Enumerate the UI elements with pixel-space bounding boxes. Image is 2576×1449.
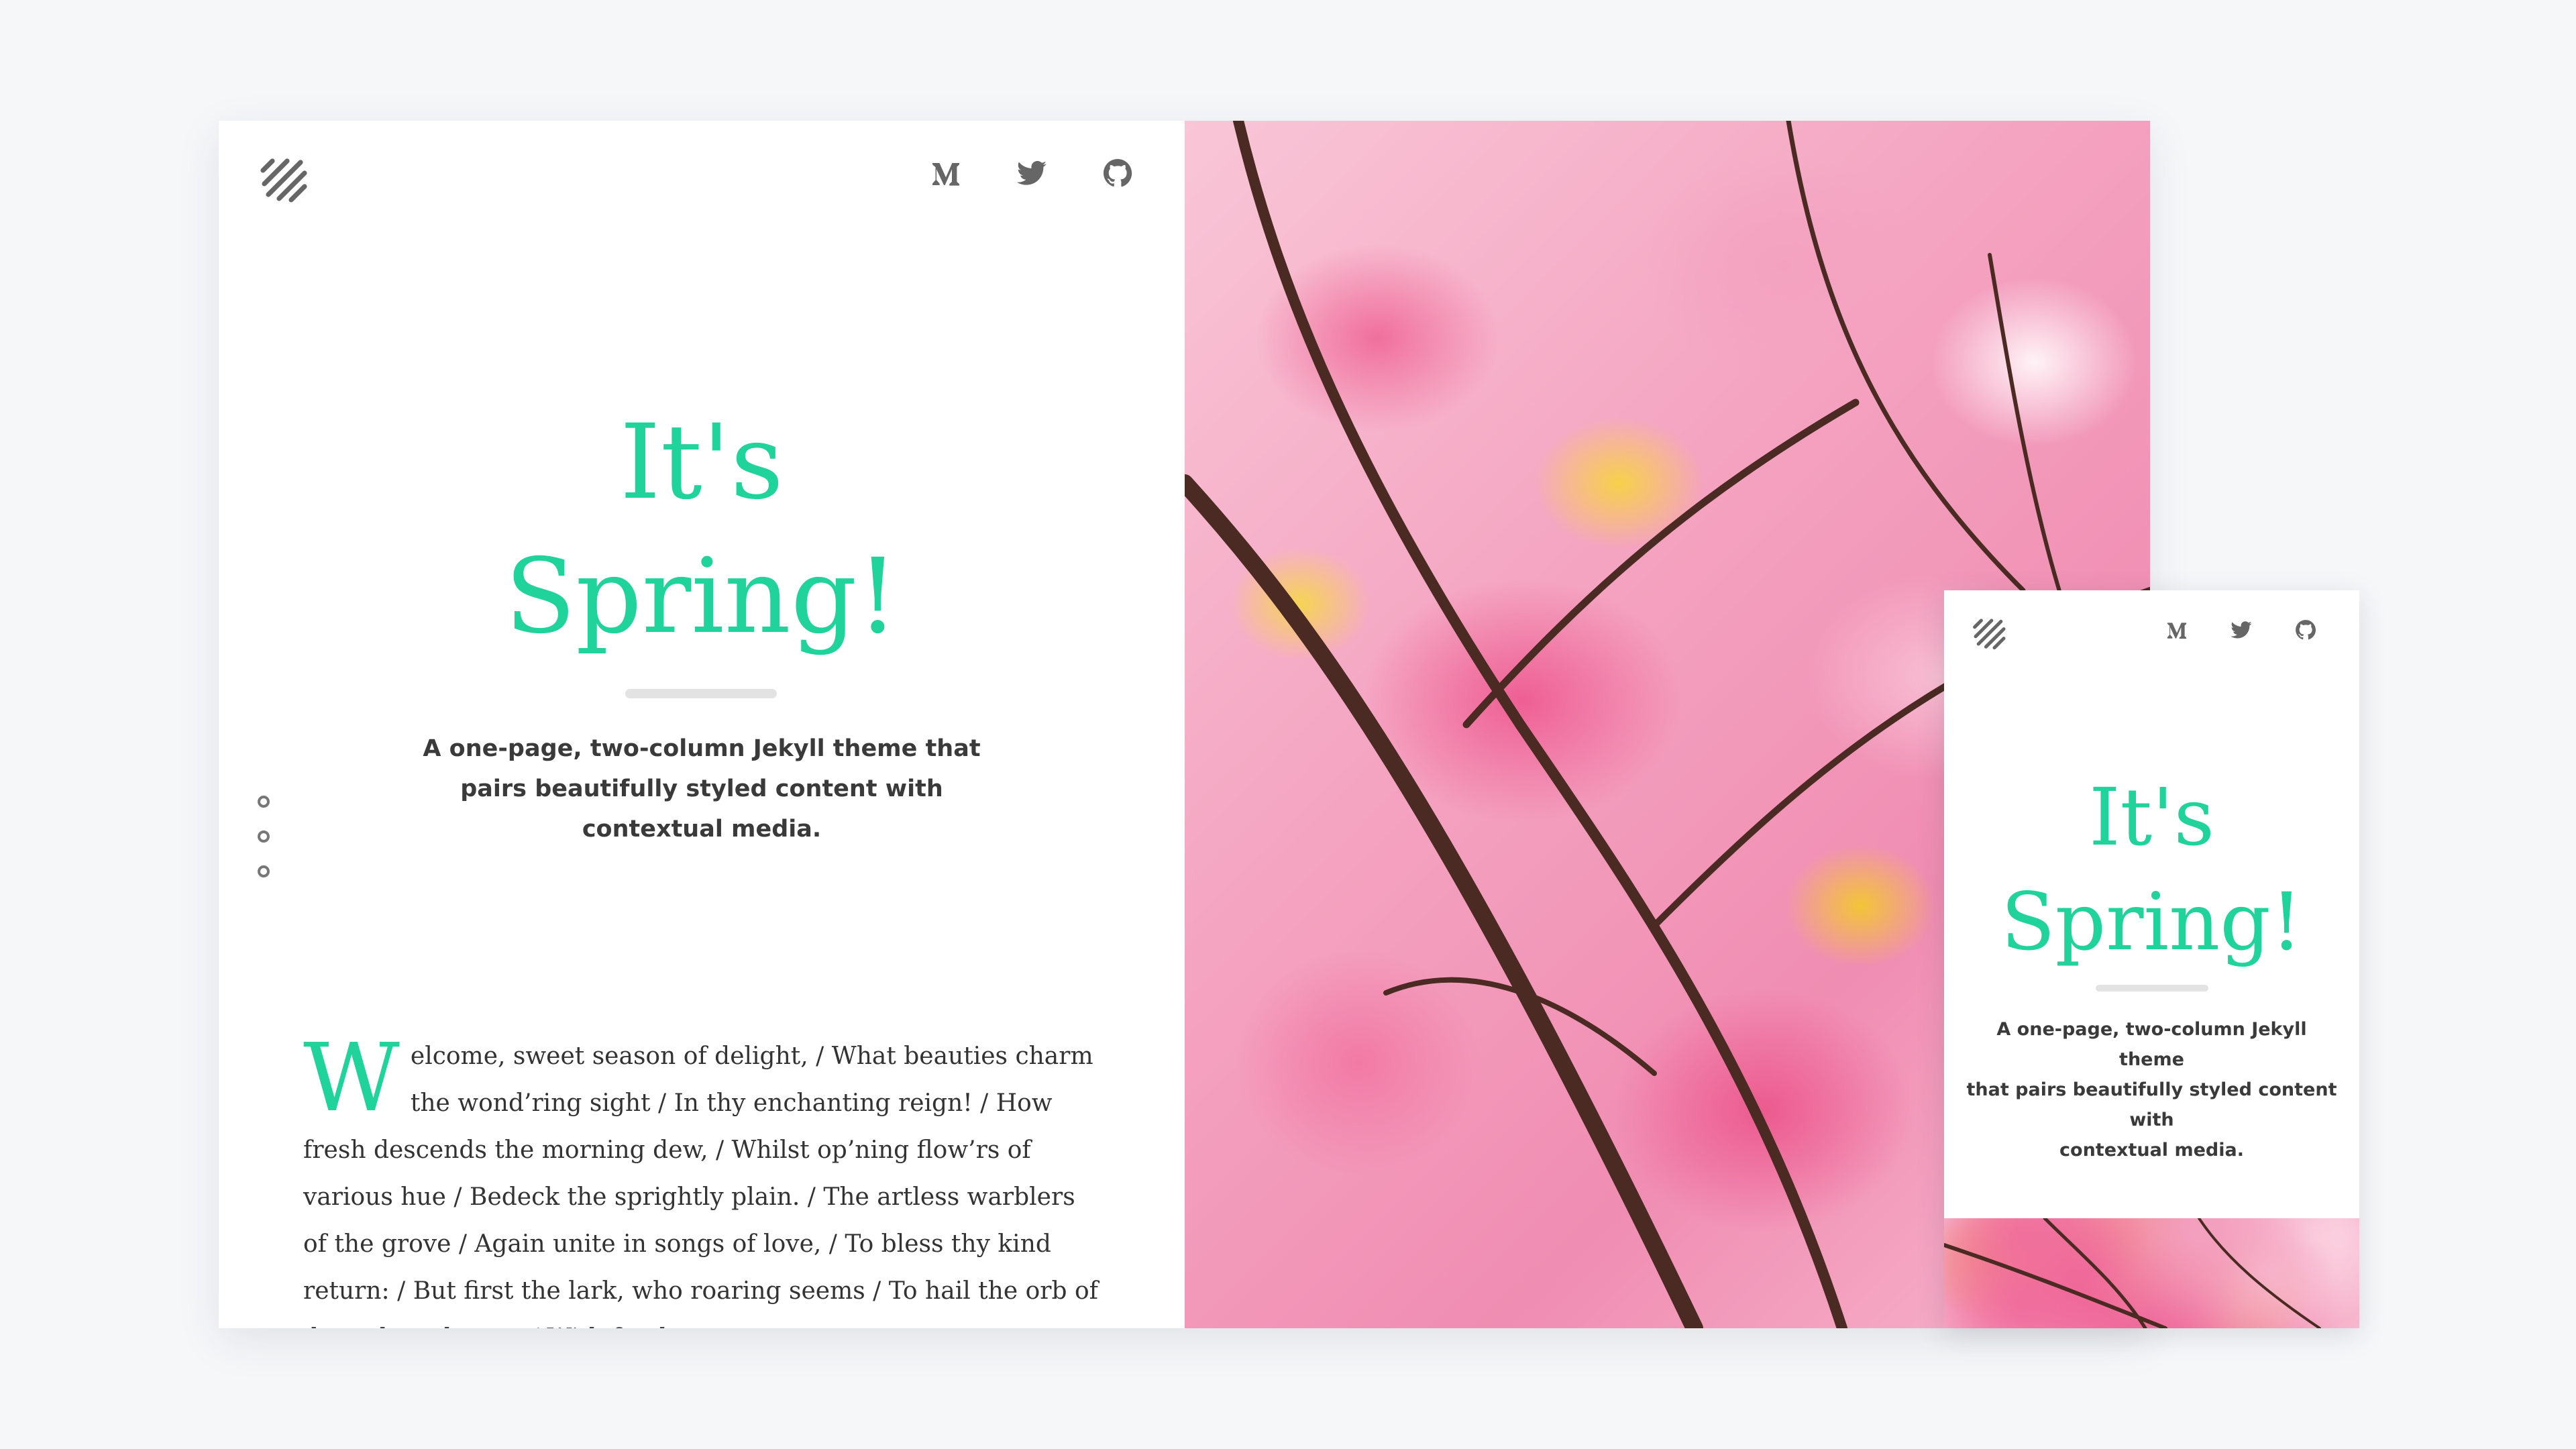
mobile-cherry-blossom-photo xyxy=(1944,1218,2359,1328)
hero-tagline: A one-page, two-column Jekyll theme that… xyxy=(423,729,981,849)
drop-cap: W xyxy=(303,1024,400,1133)
mobile-tagline-line1: A one-page, two-column Jekyll theme xyxy=(1996,1019,2307,1070)
mobile-tagline-line3: contextual media. xyxy=(2059,1140,2244,1161)
desktop-preview: It's Spring! A one-page, two-column Jeky… xyxy=(219,121,2150,1328)
mobile-medium-icon[interactable] xyxy=(2165,619,2188,641)
title-divider xyxy=(625,689,777,698)
poem-body: elcome, sweet season of delight, / What … xyxy=(303,1042,1098,1328)
section-dots xyxy=(258,796,270,900)
twitter-icon[interactable] xyxy=(1016,157,1048,189)
mobile-tagline-line2: that pairs beautifully styled content wi… xyxy=(1966,1079,2337,1130)
mobile-hero-title-line1: It's xyxy=(2088,771,2215,863)
mobile-social-nav xyxy=(2165,619,2317,641)
tagline-line3: contextual media. xyxy=(582,816,822,843)
section-dot-2[interactable] xyxy=(258,830,270,843)
mobile-hero-tagline: A one-page, two-column Jekyll theme that… xyxy=(1964,1014,2339,1165)
tagline-line2: pairs beautifully styled content with xyxy=(460,775,943,802)
mobile-hero-title: It's Spring! xyxy=(1944,765,2359,974)
mobile-preview: It's Spring! A one-page, two-column Jeky… xyxy=(1944,590,2359,1328)
social-nav xyxy=(930,157,1134,189)
tagline-line1: A one-page, two-column Jekyll theme that xyxy=(423,735,981,762)
diagonal-stripes-logo-icon[interactable] xyxy=(258,154,311,208)
hero-title-line2: Spring! xyxy=(504,537,899,657)
hero-title-line1: It's xyxy=(619,402,784,523)
content-column: It's Spring! A one-page, two-column Jeky… xyxy=(219,121,1185,1328)
mobile-title-divider xyxy=(2096,985,2208,991)
section-dot-1[interactable] xyxy=(258,796,270,808)
mobile-twitter-icon[interactable] xyxy=(2230,619,2253,641)
section-dot-3[interactable] xyxy=(258,865,270,877)
mobile-hero-title-line2: Spring! xyxy=(2000,875,2303,968)
medium-icon[interactable] xyxy=(930,157,962,189)
hero-title: It's Spring! xyxy=(219,396,1185,664)
github-icon[interactable] xyxy=(1102,157,1134,189)
mobile-github-icon[interactable] xyxy=(2294,619,2317,641)
poem-text: Welcome, sweet season of delight, / What… xyxy=(303,1024,1102,1329)
mobile-diagonal-stripes-logo-icon[interactable] xyxy=(1971,616,2008,653)
